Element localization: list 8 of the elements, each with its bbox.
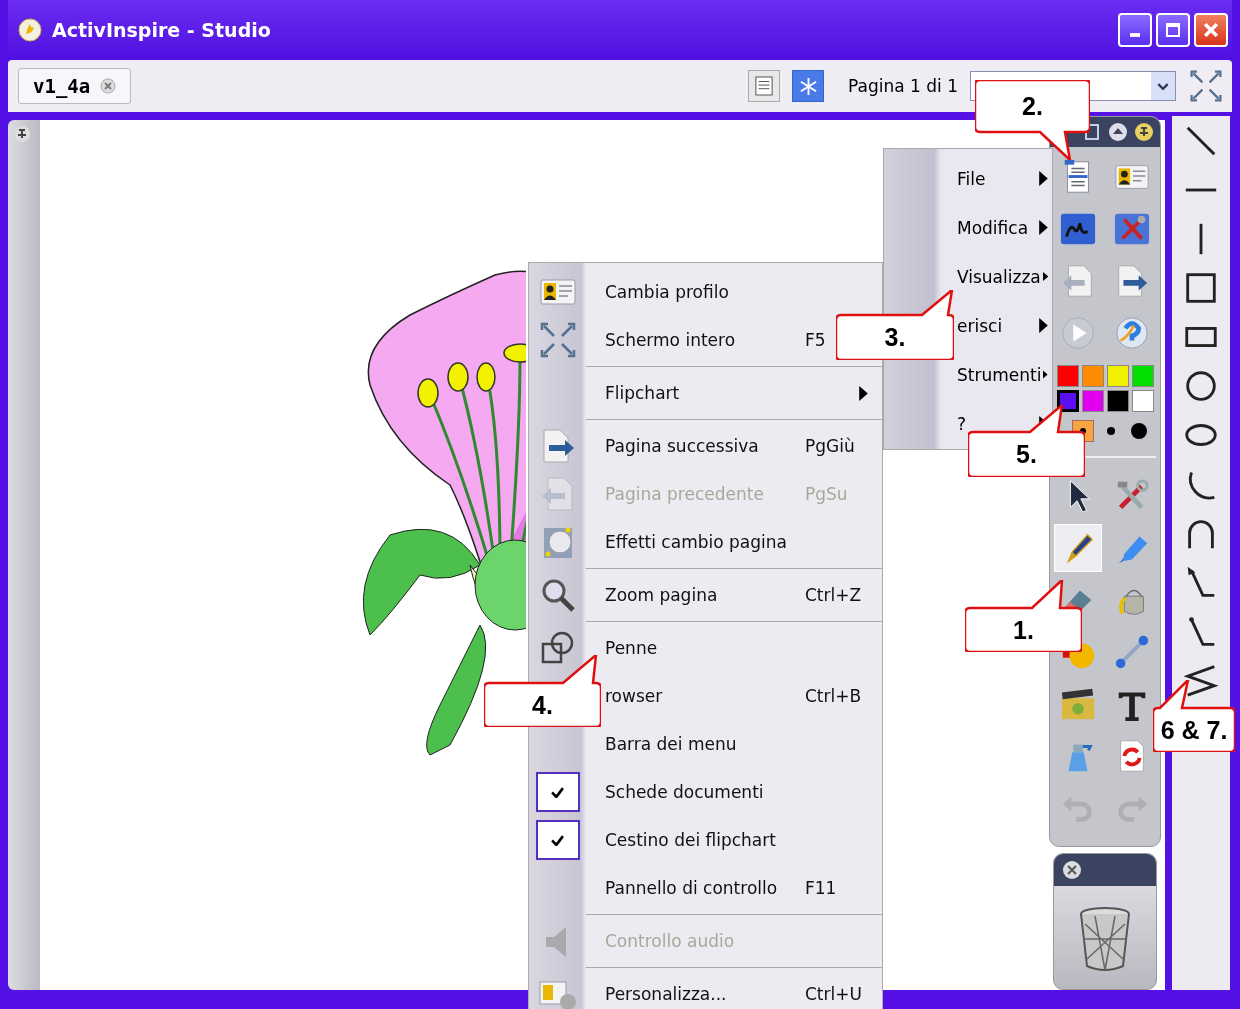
callout-tooltip: 6 & 7. <box>1153 680 1235 752</box>
callout-tooltip: 2. <box>975 80 1090 160</box>
callout-tooltip: 5. <box>968 405 1085 477</box>
page-indicator: Pagina 1 di 1 <box>848 76 958 96</box>
window-title: ActivInspire - Studio <box>52 19 272 41</box>
callout-tooltip: 4. <box>484 655 601 727</box>
callout-tooltip: 3. <box>836 290 954 360</box>
callout-tooltip: 1. <box>965 580 1082 652</box>
